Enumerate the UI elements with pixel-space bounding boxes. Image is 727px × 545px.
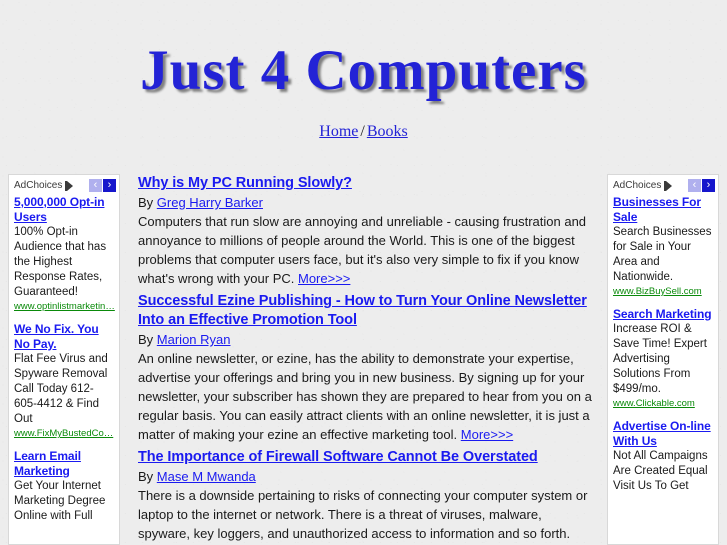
ad-display-url[interactable]: www.optinlistmarketin… xyxy=(14,300,115,313)
ad-item: Businesses For Sale Search Businesses fo… xyxy=(613,195,714,298)
ad-carousel-controls-left: ‹ › xyxy=(89,179,116,192)
page-title: Just 4 Computers xyxy=(140,39,587,102)
ad-title-link[interactable]: 5,000,000 Opt-in Users xyxy=(14,195,115,225)
nav-link-books[interactable]: Books xyxy=(367,123,408,140)
ad-display-url[interactable]: www.FixMyBustedCo… xyxy=(14,427,115,440)
ad-prev-arrow-icon[interactable]: ‹ xyxy=(89,179,102,192)
adchoices-triangle-icon[interactable] xyxy=(65,180,74,191)
byline-prefix: By xyxy=(138,332,157,347)
article-excerpt: An online newsletter, or ezine, has the … xyxy=(138,349,593,444)
article-excerpt-text: An online newsletter, or ezine, has the … xyxy=(138,351,592,442)
ad-carousel-controls-right: ‹ › xyxy=(688,179,715,192)
left-ad-unit: AdChoices ‹ › 5,000,000 Opt-in Users 100… xyxy=(8,174,120,545)
ad-display-url[interactable]: www.Clickable.com xyxy=(613,397,714,410)
article-title-link[interactable]: The Importance of Firewall Software Cann… xyxy=(138,448,538,467)
ad-description: Flat Fee Virus and Spyware Removal Call … xyxy=(14,353,108,425)
ad-title-link[interactable]: Search Marketing xyxy=(613,307,714,322)
adchoices-bar-left: AdChoices ‹ › xyxy=(9,175,119,194)
ad-item: Learn Email Marketing Get Your Internet … xyxy=(14,449,115,524)
adchoices-bar-right: AdChoices ‹ › xyxy=(608,175,718,194)
nav-link-home[interactable]: Home xyxy=(319,123,358,140)
site-header: Just 4 Computers Home / Books xyxy=(0,0,727,141)
article-title-link[interactable]: Successful Ezine Publishing - How to Tur… xyxy=(138,292,593,330)
ad-title-link[interactable]: We No Fix. You No Pay. xyxy=(14,322,115,352)
article-list: Why is My PC Running Slowly? By Greg Har… xyxy=(138,174,593,545)
ad-title-link[interactable]: Advertise On-line With Us xyxy=(613,419,714,449)
article-excerpt: There is a downside pertaining to risks … xyxy=(138,488,588,541)
content-columns: AdChoices ‹ › 5,000,000 Opt-in Users 100… xyxy=(0,174,727,545)
ad-item: Search Marketing Increase ROI & Save Tim… xyxy=(613,307,714,410)
article-byline: By Marion Ryan xyxy=(138,330,593,349)
article-excerpt: Computers that run slow are annoying and… xyxy=(138,212,593,288)
left-ad-list: 5,000,000 Opt-in Users 100% Opt-in Audie… xyxy=(9,194,119,524)
ad-description: 100% Opt-in Audience that has the Highes… xyxy=(14,226,107,298)
article-author-link[interactable]: Mase M Mwanda xyxy=(157,469,256,484)
breadcrumb: Home / Books xyxy=(0,123,727,141)
ad-title-link[interactable]: Learn Email Marketing xyxy=(14,449,115,479)
ad-description: Not All Campaigns Are Created Equal Visi… xyxy=(613,450,708,492)
article-byline: By Mase M Mwanda xyxy=(138,467,593,486)
ad-description: Search Businesses for Sale in Your Area … xyxy=(613,226,712,283)
ad-next-arrow-icon[interactable]: › xyxy=(103,179,116,192)
byline-prefix: By xyxy=(138,469,157,484)
ad-display-url[interactable]: www.BizBuySell.com xyxy=(613,285,714,298)
article-title-link[interactable]: Why is My PC Running Slowly? xyxy=(138,174,352,193)
article-item: Successful Ezine Publishing - How to Tur… xyxy=(138,292,593,444)
article-author-link[interactable]: Greg Harry Barker xyxy=(157,195,263,210)
right-ad-unit: AdChoices ‹ › Businesses For Sale Search… xyxy=(607,174,719,545)
byline-prefix: By xyxy=(138,195,157,210)
article-more-link[interactable]: More>>> xyxy=(298,271,350,286)
article-item: Why is My PC Running Slowly? By Greg Har… xyxy=(138,174,593,288)
ad-title-link[interactable]: Businesses For Sale xyxy=(613,195,714,225)
adchoices-label[interactable]: AdChoices xyxy=(613,180,661,191)
ad-item: Advertise On-line With Us Not All Campai… xyxy=(613,419,714,494)
article-more-link[interactable]: More>>> xyxy=(461,427,513,442)
right-ad-list: Businesses For Sale Search Businesses fo… xyxy=(608,194,718,494)
article-byline: By Greg Harry Barker xyxy=(138,193,593,212)
ad-description: Increase ROI & Save Time! Expert Adverti… xyxy=(613,323,707,395)
article-item: The Importance of Firewall Software Cann… xyxy=(138,448,593,545)
ad-item: 5,000,000 Opt-in Users 100% Opt-in Audie… xyxy=(14,195,115,313)
ad-item: We No Fix. You No Pay. Flat Fee Virus an… xyxy=(14,322,115,440)
ad-description: Get Your Internet Marketing Degree Onlin… xyxy=(14,480,106,522)
article-author-link[interactable]: Marion Ryan xyxy=(157,332,231,347)
ad-next-arrow-icon[interactable]: › xyxy=(702,179,715,192)
nav-separator: / xyxy=(360,123,365,140)
article-excerpt-text: Computers that run slow are annoying and… xyxy=(138,214,587,286)
adchoices-label[interactable]: AdChoices xyxy=(14,180,62,191)
adchoices-triangle-icon[interactable] xyxy=(664,180,673,191)
ad-prev-arrow-icon[interactable]: ‹ xyxy=(688,179,701,192)
